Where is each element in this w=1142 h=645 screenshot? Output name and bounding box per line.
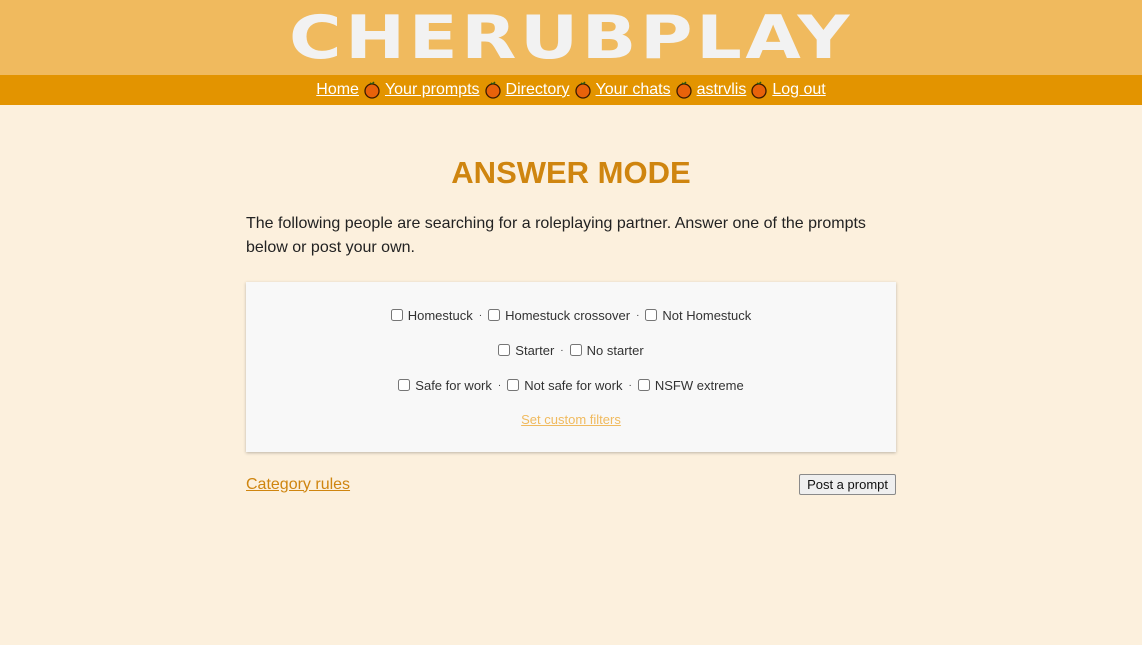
intro-text: The following people are searching for a…	[246, 215, 866, 256]
filter-row-fandom: Homestuck · Homestuck crossover · Not Ho…	[246, 305, 896, 325]
filter-nsfw-extreme[interactable]: NSFW extreme	[637, 377, 744, 393]
filter-label: Not Homestuck	[662, 307, 752, 323]
orange-icon	[751, 81, 767, 99]
separator-dot: ·	[497, 379, 502, 391]
site-logo[interactable]: CHERUBPLAY	[286, 8, 856, 68]
filter-label: Starter	[515, 342, 555, 358]
filter-row-rating: Safe for work · Not safe for work · NSFW…	[246, 375, 896, 395]
nav-your-chats-link[interactable]: Your chats	[596, 81, 671, 99]
nav-your-prompts-link[interactable]: Your prompts	[385, 81, 480, 99]
filter-homestuck-crossover-checkbox[interactable]	[488, 309, 501, 321]
filter-label: NSFW extreme	[654, 377, 744, 393]
filter-not-homestuck-checkbox[interactable]	[645, 309, 658, 321]
post-prompt-button[interactable]: Post a prompt	[799, 474, 896, 495]
filter-row-starter: Starter · No starter	[246, 340, 896, 360]
separator-dot: ·	[478, 309, 483, 321]
filter-starter-checkbox[interactable]	[498, 344, 511, 356]
filter-no-starter[interactable]: No starter	[569, 342, 644, 358]
nav-directory-link[interactable]: Directory	[506, 81, 570, 99]
logo-text: CHERUBPLAY	[289, 8, 853, 68]
separator-dot: ·	[560, 344, 564, 356]
nav-account-link[interactable]: astrvlis	[697, 81, 747, 99]
main-content: ANSWER MODE The following people are sea…	[246, 105, 896, 495]
filter-nsfw[interactable]: Not safe for work	[507, 377, 623, 393]
filter-homestuck[interactable]: Homestuck	[390, 307, 473, 323]
orange-icon	[484, 81, 501, 99]
filter-label: No starter	[586, 342, 644, 358]
filter-starter[interactable]: Starter	[498, 343, 554, 358]
orange-icon	[364, 81, 380, 99]
filter-homestuck-crossover[interactable]: Homestuck crossover	[488, 308, 630, 323]
filter-nsfw-checkbox[interactable]	[507, 379, 520, 391]
bottom-actions: Category rules Post a prompt	[246, 474, 896, 495]
filter-nsfw-extreme-checkbox[interactable]	[637, 379, 650, 391]
filter-label: Homestuck crossover	[505, 307, 631, 323]
site-header: CHERUBPLAY	[0, 0, 1142, 75]
separator-dot: ·	[636, 309, 640, 321]
custom-filters-row: Set custom filters	[246, 412, 896, 427]
filter-not-homestuck[interactable]: Not Homestuck	[645, 308, 751, 323]
filter-sfw[interactable]: Safe for work	[398, 378, 492, 393]
category-rules-link[interactable]: Category rules	[246, 476, 350, 494]
filter-panel: Homestuck · Homestuck crossover · Not Ho…	[246, 282, 896, 452]
filter-homestuck-checkbox[interactable]	[390, 309, 403, 321]
filter-no-starter-checkbox[interactable]	[569, 344, 582, 356]
filter-label: Homestuck	[407, 307, 473, 323]
set-custom-filters-link[interactable]: Set custom filters	[521, 412, 621, 427]
orange-icon	[675, 81, 692, 99]
nav-home-link[interactable]: Home	[316, 81, 359, 99]
nav-log-out-link[interactable]: Log out	[772, 81, 825, 99]
filter-sfw-checkbox[interactable]	[398, 379, 411, 391]
main-nav: Home Your prompts Directory Your chats a…	[0, 75, 1142, 105]
page-title: ANSWER MODE	[451, 155, 691, 190]
separator-dot: ·	[628, 379, 632, 391]
orange-icon	[574, 81, 591, 99]
filter-label: Not safe for work	[524, 377, 623, 393]
filter-label: Safe for work	[415, 377, 492, 393]
